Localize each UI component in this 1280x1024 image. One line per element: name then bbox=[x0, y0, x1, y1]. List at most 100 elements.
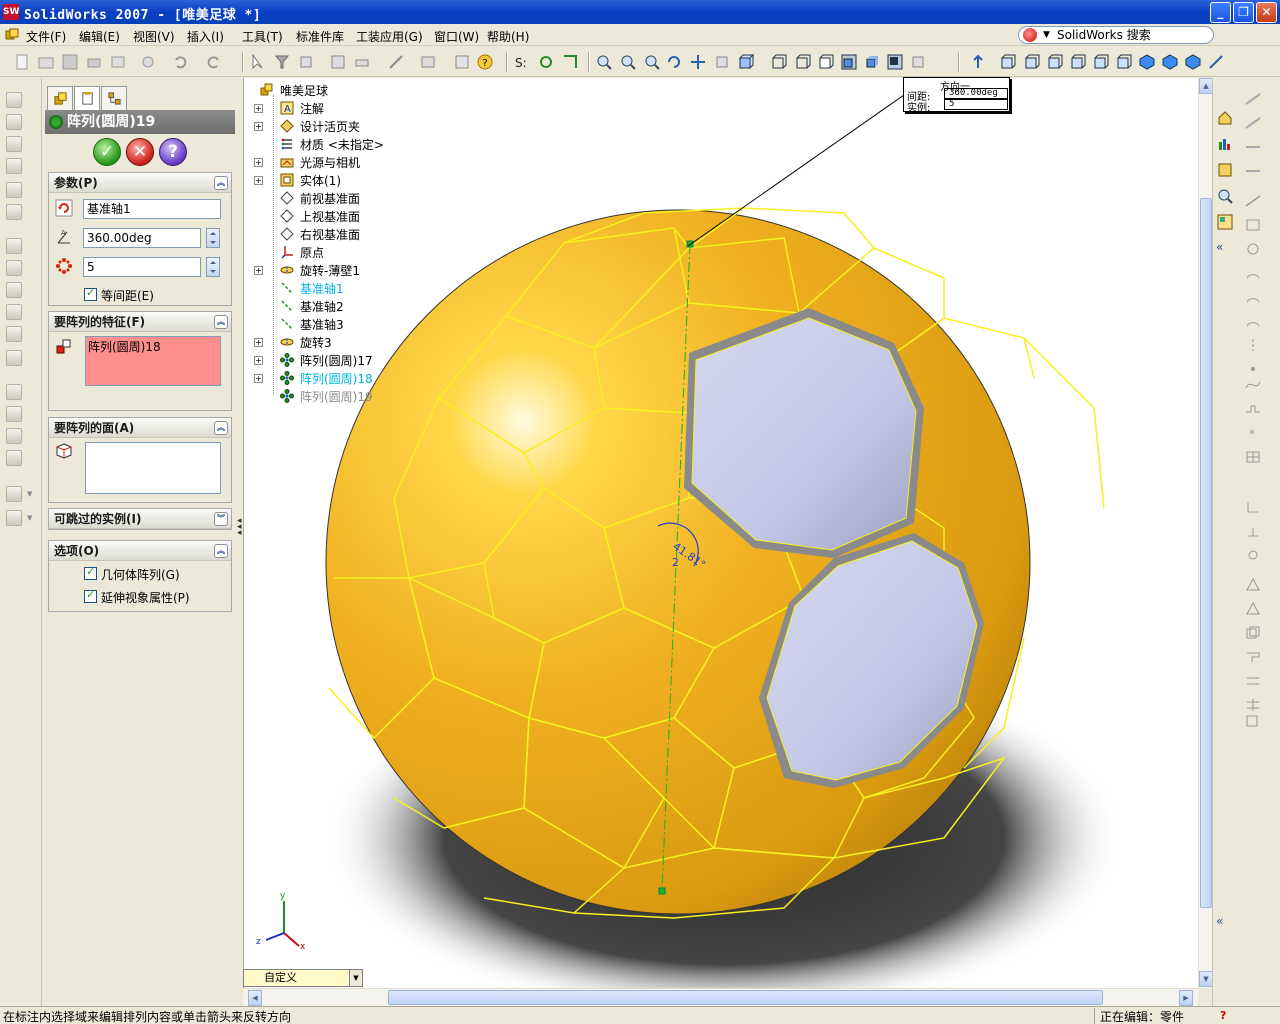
tab-configuration-manager[interactable] bbox=[101, 86, 127, 110]
shaded-icon[interactable] bbox=[864, 54, 880, 70]
circular-pattern-icon[interactable] bbox=[6, 406, 22, 422]
faces-selection-box[interactable] bbox=[85, 442, 221, 494]
menu-window[interactable]: 窗口(W) bbox=[434, 28, 479, 45]
vertical-scroll-thumb[interactable] bbox=[1200, 198, 1212, 908]
sketch-icon[interactable] bbox=[354, 54, 370, 70]
shell-icon[interactable] bbox=[6, 304, 22, 320]
line-icon[interactable] bbox=[1244, 194, 1262, 208]
move-icon[interactable] bbox=[1244, 650, 1262, 664]
trimetric-view-icon[interactable] bbox=[1162, 54, 1178, 70]
options-group-title[interactable]: 选项(O) ︽ bbox=[49, 541, 231, 561]
centerline-icon[interactable] bbox=[1244, 338, 1262, 352]
graphics-area[interactable]: 41.81° 2 y x z 唯美足球 + A 注解 + 设计活页夹 材质 <未指定> + 光… bbox=[243, 78, 1198, 988]
menu-file[interactable]: 文件(F) bbox=[26, 28, 66, 45]
open-icon[interactable] bbox=[38, 54, 54, 70]
collapse-icon[interactable]: ︽ bbox=[214, 421, 228, 435]
front-view-icon[interactable] bbox=[1000, 54, 1016, 70]
fillet-icon[interactable] bbox=[6, 238, 22, 254]
collapse-task-pane-icon[interactable]: « bbox=[1216, 240, 1223, 254]
extruded-boss-icon[interactable] bbox=[6, 92, 22, 108]
faces-group-title[interactable]: 要阵列的面(A) ︽ bbox=[49, 418, 231, 438]
linear-pattern-icon[interactable] bbox=[6, 384, 22, 400]
expand-icon[interactable]: + bbox=[254, 374, 263, 383]
menu-edit[interactable]: 编辑(E) bbox=[79, 28, 120, 45]
warning-icon[interactable] bbox=[1244, 602, 1262, 616]
close-button[interactable]: ✕ bbox=[1256, 2, 1277, 23]
repair-sketch-icon[interactable] bbox=[1244, 714, 1262, 728]
curves-icon[interactable] bbox=[6, 510, 22, 526]
solidworks-search-input[interactable]: ▼ SolidWorks 搜索 bbox=[1018, 26, 1214, 44]
rectangle-icon[interactable] bbox=[1244, 218, 1262, 232]
offset-icon[interactable] bbox=[1244, 548, 1262, 562]
features-selection-box[interactable]: 阵列(圆周)18 bbox=[85, 336, 221, 386]
features-group-title[interactable]: 要阵列的特征(F) ︽ bbox=[49, 312, 231, 332]
selected-feature-item[interactable]: 阵列(圆周)18 bbox=[88, 338, 161, 355]
smart-dimension-icon[interactable] bbox=[388, 54, 404, 70]
file-explorer-icon[interactable] bbox=[1217, 188, 1233, 204]
back-view-icon[interactable] bbox=[1024, 54, 1040, 70]
help-button[interactable]: ? bbox=[159, 138, 187, 166]
layers-icon[interactable] bbox=[420, 54, 436, 70]
point-icon[interactable] bbox=[1244, 362, 1262, 376]
view-orientation-icon[interactable] bbox=[1208, 54, 1224, 70]
slot-icon[interactable] bbox=[1244, 402, 1262, 416]
draft-icon[interactable] bbox=[6, 326, 22, 342]
display-state-select[interactable]: 自定义 ▼ bbox=[243, 969, 363, 987]
model-viewport[interactable]: 41.81° 2 y x z bbox=[244, 78, 1198, 988]
menu-standard-library[interactable]: 标准件库 bbox=[296, 28, 344, 45]
expand-icon[interactable]: + bbox=[254, 158, 263, 167]
sketch-relations-icon[interactable]: S: bbox=[514, 54, 530, 70]
axis-endpoint-bottom[interactable] bbox=[658, 887, 666, 895]
section-view-icon[interactable] bbox=[910, 54, 926, 70]
dimetric-view-icon[interactable] bbox=[1185, 54, 1201, 70]
rotate-icon[interactable] bbox=[1244, 674, 1262, 688]
swept-boss-icon[interactable] bbox=[6, 136, 22, 152]
rebuild-icon[interactable] bbox=[298, 54, 314, 70]
menu-insert[interactable]: 插入(I) bbox=[187, 28, 224, 45]
zoom-area-icon[interactable] bbox=[620, 54, 636, 70]
expand-icon[interactable]: + bbox=[254, 338, 263, 347]
pattern-axis-field[interactable]: 基准轴1 bbox=[83, 199, 221, 219]
resources-icon[interactable] bbox=[1217, 136, 1233, 152]
expand-icon[interactable]: + bbox=[254, 104, 263, 113]
menu-tools[interactable]: 工具(T) bbox=[242, 28, 283, 45]
three-point-arc-icon[interactable] bbox=[1244, 314, 1262, 328]
display-relations-icon[interactable] bbox=[538, 54, 554, 70]
collapse-icon[interactable]: ︽ bbox=[214, 544, 228, 558]
scroll-down-button[interactable]: ▼ bbox=[1199, 971, 1213, 987]
angle-field[interactable]: 360.00deg bbox=[83, 228, 201, 248]
instances-spinner[interactable] bbox=[206, 257, 220, 277]
spline-icon[interactable] bbox=[1244, 378, 1262, 392]
cut-icon[interactable] bbox=[140, 54, 156, 70]
right-view-icon[interactable] bbox=[1070, 54, 1086, 70]
shadows-icon[interactable] bbox=[887, 54, 903, 70]
top-view-icon[interactable] bbox=[1093, 54, 1109, 70]
print-icon[interactable] bbox=[86, 54, 102, 70]
extend-icon[interactable] bbox=[1244, 524, 1262, 538]
grid-icon[interactable] bbox=[562, 54, 578, 70]
scale-icon[interactable] bbox=[1244, 698, 1262, 712]
menu-tooling[interactable]: 工装应用(G) bbox=[356, 28, 423, 45]
3d-sketch-icon[interactable] bbox=[1244, 116, 1262, 130]
trim-icon[interactable] bbox=[1244, 500, 1262, 514]
normal-to-icon[interactable] bbox=[970, 54, 986, 70]
options-icon[interactable] bbox=[330, 54, 346, 70]
rotate-view-icon[interactable] bbox=[666, 54, 682, 70]
panel-splitter[interactable]: ◂ ◂ ◂ bbox=[237, 517, 242, 538]
mirror-icon[interactable] bbox=[6, 428, 22, 444]
dimension-callout[interactable]: 方向一 间距: 360.00deg 实例: 5 bbox=[903, 77, 1010, 114]
chevron-down-icon[interactable]: ▼ bbox=[349, 970, 362, 986]
pan-icon[interactable] bbox=[690, 54, 706, 70]
select-icon[interactable] bbox=[250, 54, 266, 70]
arc-icon[interactable] bbox=[1244, 266, 1262, 280]
expand-task-pane-icon[interactable]: « bbox=[1216, 914, 1223, 928]
view-palette-icon[interactable] bbox=[1217, 214, 1233, 230]
previous-view-icon[interactable] bbox=[714, 54, 730, 70]
expand-icon[interactable]: + bbox=[254, 356, 263, 365]
geometry-pattern-checkbox[interactable] bbox=[84, 565, 97, 580]
help-icon[interactable]: ? bbox=[1220, 1009, 1230, 1023]
revolved-cut-icon[interactable] bbox=[6, 204, 22, 220]
wireframe-icon[interactable] bbox=[771, 54, 787, 70]
angle-spinner[interactable] bbox=[206, 228, 220, 248]
expand-icon[interactable]: ︾ bbox=[214, 512, 228, 526]
